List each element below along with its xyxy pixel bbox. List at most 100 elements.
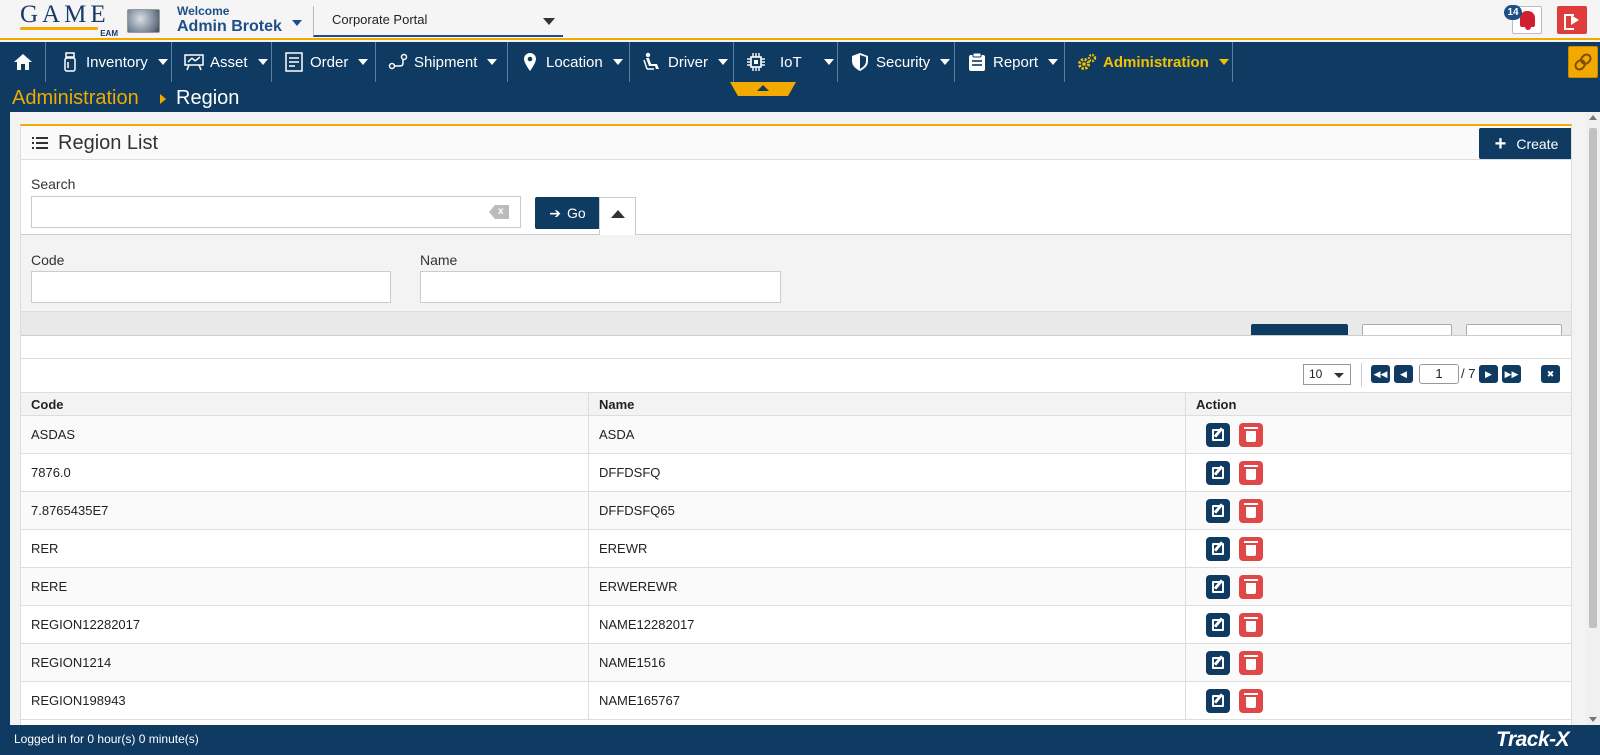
table-row[interactable]: 7.8765435E7 DFFDSFQ65 [21,492,1571,530]
advanced-search-toggle[interactable] [599,197,636,235]
scroll-up-icon[interactable] [1589,115,1597,120]
search-input[interactable] [31,196,521,228]
scroll-down-icon[interactable] [1589,717,1597,722]
nav-iot[interactable]: IoT [734,42,838,82]
collapse-nav-toggle[interactable] [730,82,796,96]
cancel-button[interactable] [1466,324,1562,335]
chevron-down-icon [1218,59,1229,65]
clear-button[interactable] [1362,324,1452,335]
code-filter-input[interactable] [31,271,391,303]
delete-button[interactable] [1239,536,1263,561]
edit-icon [1212,428,1224,441]
pagination-bar: 10 ◀◀ ◀ 1 / 7 ▶ ▶▶ ✖ [21,358,1571,392]
page-size-select[interactable]: 10 [1303,364,1351,385]
iot-icon [746,52,766,72]
table-header: Code Name Action [21,392,1571,416]
page-scrollbar[interactable] [1586,112,1600,725]
nav-report[interactable]: Report [955,42,1065,82]
notification-count-badge: 14 [1504,5,1522,20]
edit-button[interactable] [1206,422,1230,447]
list-icon [32,137,48,150]
name-filter-input[interactable] [420,271,781,303]
trash-icon [1244,502,1258,518]
code-cell: RERE [21,568,589,605]
edit-button[interactable] [1206,612,1230,637]
name-cell: ASDA [589,416,1186,453]
delete-button[interactable] [1239,574,1263,599]
table-row[interactable]: RERE ERWEREWR [21,568,1571,606]
nav-inventory[interactable]: Inventory [46,42,172,82]
pager-divider [1361,363,1362,387]
nav-location[interactable]: Location [508,42,630,82]
bell-icon [1520,11,1535,27]
first-page-button[interactable]: ◀◀ [1371,365,1390,383]
nav-label: Asset [210,53,248,71]
delete-button[interactable] [1239,688,1263,713]
delete-button[interactable] [1239,460,1263,485]
nav-security[interactable]: Security [838,42,955,82]
edit-icon [1212,656,1224,669]
page-number-input[interactable]: 1 [1419,364,1459,384]
last-page-button[interactable]: ▶▶ [1502,365,1521,383]
nav-label: Security [876,53,931,71]
create-button[interactable]: + Create [1479,128,1571,159]
nav-asset[interactable]: Asset [172,42,272,82]
nav-shipment[interactable]: Shipment [376,42,508,82]
delete-button[interactable] [1239,422,1263,447]
edit-icon [1212,694,1224,707]
chevron-down-icon [718,59,728,65]
logout-button[interactable] [1557,6,1587,34]
code-cell: ASDAS [21,416,589,453]
delete-button[interactable] [1239,612,1263,637]
trash-icon [1244,616,1258,632]
order-icon [284,52,304,72]
region-list-panel: Region List + Create Search x ➔ Go Code … [20,124,1572,725]
table-row[interactable]: ASDAS ASDA [21,416,1571,454]
edit-button[interactable] [1206,574,1230,599]
code-filter-label: Code [31,252,65,268]
user-avatar[interactable] [127,9,160,33]
table-row[interactable]: REGION198943 NAME165767 [21,682,1571,720]
shield-icon [850,52,870,72]
go-button[interactable]: ➔ Go [535,197,600,229]
top-header: GAME EAM Welcome Admin Brotek Corporate … [0,0,1600,40]
nav-home[interactable] [0,42,46,82]
edit-button[interactable] [1206,498,1230,523]
table-row[interactable]: 7876.0 DFFDSFQ [21,454,1571,492]
delete-button[interactable] [1239,498,1263,523]
user-name[interactable]: Admin Brotek [177,18,282,36]
user-menu-chevron-icon[interactable] [292,20,302,26]
column-header-code[interactable]: Code [21,393,589,415]
portal-select[interactable]: Corporate Portal [313,6,563,37]
edit-icon [1212,580,1224,593]
export-excel-button[interactable]: ✖ [1541,365,1560,383]
table-row[interactable]: REGION12282017 NAME12282017 [21,606,1571,644]
nav-administration[interactable]: Administration [1065,42,1233,82]
nav-order[interactable]: Order [272,42,376,82]
edit-button[interactable] [1206,688,1230,713]
bell-clapper [1525,27,1531,30]
nav-driver[interactable]: Driver [630,42,734,82]
create-button-label: Create [1516,135,1559,152]
next-page-button[interactable]: ▶ [1479,365,1498,383]
chevron-down-icon [823,59,834,65]
column-header-name[interactable]: Name [589,393,1186,415]
scrollbar-thumb[interactable] [1589,128,1597,628]
page-title: Region List [58,132,159,154]
code-cell: REGION12282017 [21,606,589,643]
go-button-label: Go [567,205,586,221]
table-row[interactable]: REGION1214 NAME1516 [21,644,1571,682]
edit-button[interactable] [1206,460,1230,485]
edit-button[interactable] [1206,650,1230,675]
search-button[interactable] [1251,324,1348,335]
advanced-search-section: Code Name [21,234,1571,336]
breadcrumb-current: Region [176,87,240,109]
delete-button[interactable] [1239,650,1263,675]
action-cell [1186,682,1571,719]
table-row[interactable]: RER EREWR [21,530,1571,568]
breadcrumb-parent[interactable]: Administration [12,87,139,110]
footer: Logged in for 0 hour(s) 0 minute(s) Trac… [0,725,1600,755]
edit-button[interactable] [1206,536,1230,561]
quick-links-button[interactable] [1568,46,1598,78]
prev-page-button[interactable]: ◀ [1394,365,1413,383]
